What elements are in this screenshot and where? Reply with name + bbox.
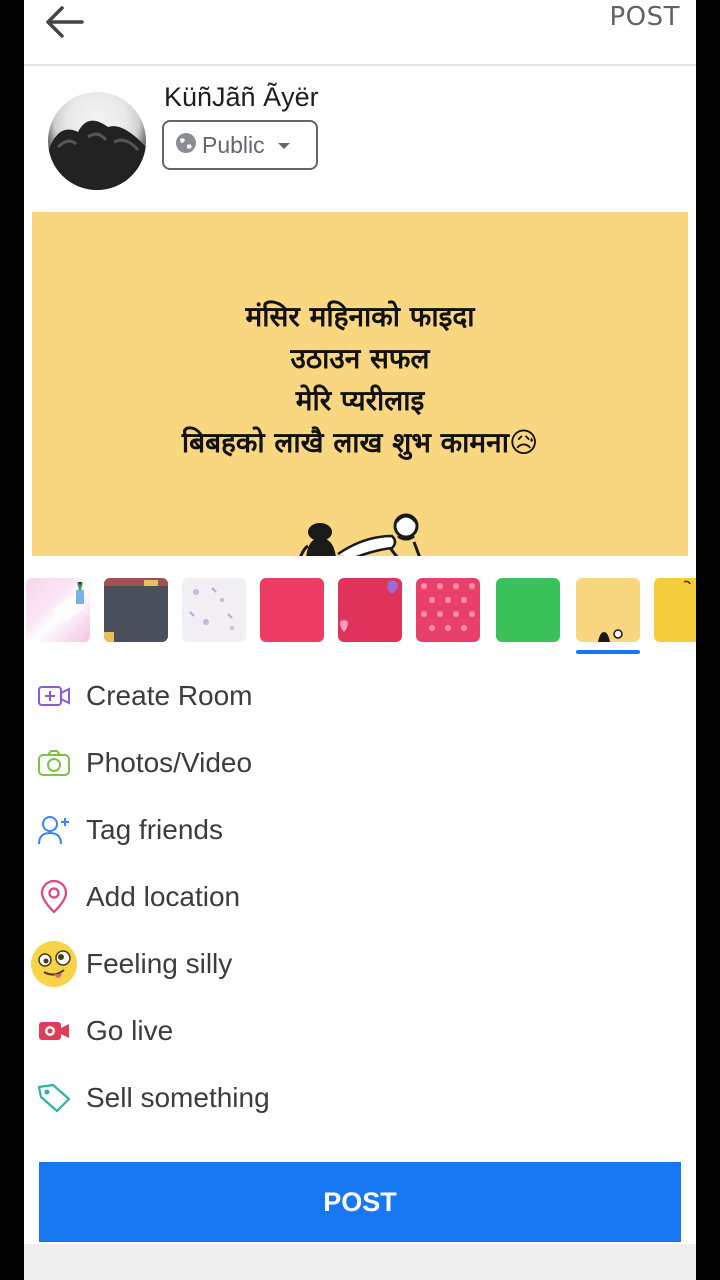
background-thumb-dark-slate[interactable] xyxy=(104,578,168,642)
tag-friends-icon xyxy=(36,812,72,848)
post-canvas[interactable]: मंसिर महिनाको फाइदा उठाउन सफल मेरि प्यरी… xyxy=(32,212,688,556)
post-line: बिबहको लाखै लाख शुभ कामना😥 xyxy=(181,426,539,459)
privacy-selector[interactable]: Public xyxy=(162,120,318,170)
menu-label: Create Room xyxy=(86,680,253,711)
silly-face-icon xyxy=(30,940,78,988)
live-video-icon xyxy=(36,1013,72,1049)
sell-something-item[interactable]: Sell something xyxy=(24,1066,696,1132)
video-room-icon xyxy=(36,678,72,714)
menu-label: Add location xyxy=(86,881,241,912)
couple-illustration xyxy=(299,513,421,556)
menu-label: Go live xyxy=(86,1015,174,1046)
background-thumb-yellow-couple[interactable] xyxy=(576,578,640,642)
privacy-label: Public xyxy=(202,131,265,158)
background-thumb-yellow[interactable] xyxy=(654,578,696,642)
go-live-item[interactable]: Go live xyxy=(24,999,696,1065)
feeling-item[interactable]: Feeling silly xyxy=(24,932,696,998)
location-pin-icon xyxy=(36,879,72,915)
background-picker xyxy=(24,578,696,658)
post-button[interactable]: POST xyxy=(39,1162,681,1242)
caret-down-icon xyxy=(277,136,291,155)
add-location-item[interactable]: Add location xyxy=(24,865,696,931)
avatar[interactable] xyxy=(48,92,146,190)
post-line: मेरि प्यरीलाइ xyxy=(295,384,425,417)
menu-label: Tag friends xyxy=(86,814,223,845)
background-thumb-green[interactable] xyxy=(496,578,560,642)
menu-label: Sell something xyxy=(86,1082,270,1113)
create-room-item[interactable]: Create Room xyxy=(24,664,696,730)
menu-label: Photos/Video xyxy=(86,747,253,778)
post-line: उठाउन सफल xyxy=(290,342,430,375)
post-line: मंसिर महिनाको फाइदा xyxy=(245,300,475,333)
background-thumb-hearts-pink[interactable] xyxy=(416,578,480,642)
photos-video-item[interactable]: Photos/Video xyxy=(24,731,696,797)
globe-icon xyxy=(174,131,198,159)
create-post-screen: POST KüñJãñ Ãyër Public मंसिर महिनाको फा… xyxy=(24,0,696,1280)
selected-indicator xyxy=(576,650,640,654)
bottom-bar xyxy=(24,1244,696,1280)
background-thumb-hearts-red[interactable] xyxy=(338,578,402,642)
user-name: KüñJãñ Ãyër xyxy=(164,82,319,112)
price-tag-icon xyxy=(36,1080,72,1116)
menu-label: Feeling silly xyxy=(86,948,233,979)
back-arrow-icon[interactable] xyxy=(42,2,86,42)
camera-icon xyxy=(36,745,72,781)
top-bar: POST xyxy=(24,0,696,66)
background-thumb-light-doodle[interactable] xyxy=(182,578,246,642)
post-header-button[interactable]: POST xyxy=(609,2,680,32)
post-text[interactable]: मंसिर महिनाको फाइदा उठाउन सफल मेरि प्यरी… xyxy=(32,296,688,464)
tag-friends-item[interactable]: Tag friends xyxy=(24,798,696,864)
background-thumb-pink-pattern[interactable] xyxy=(26,578,90,642)
background-thumb-coral-red[interactable] xyxy=(260,578,324,642)
